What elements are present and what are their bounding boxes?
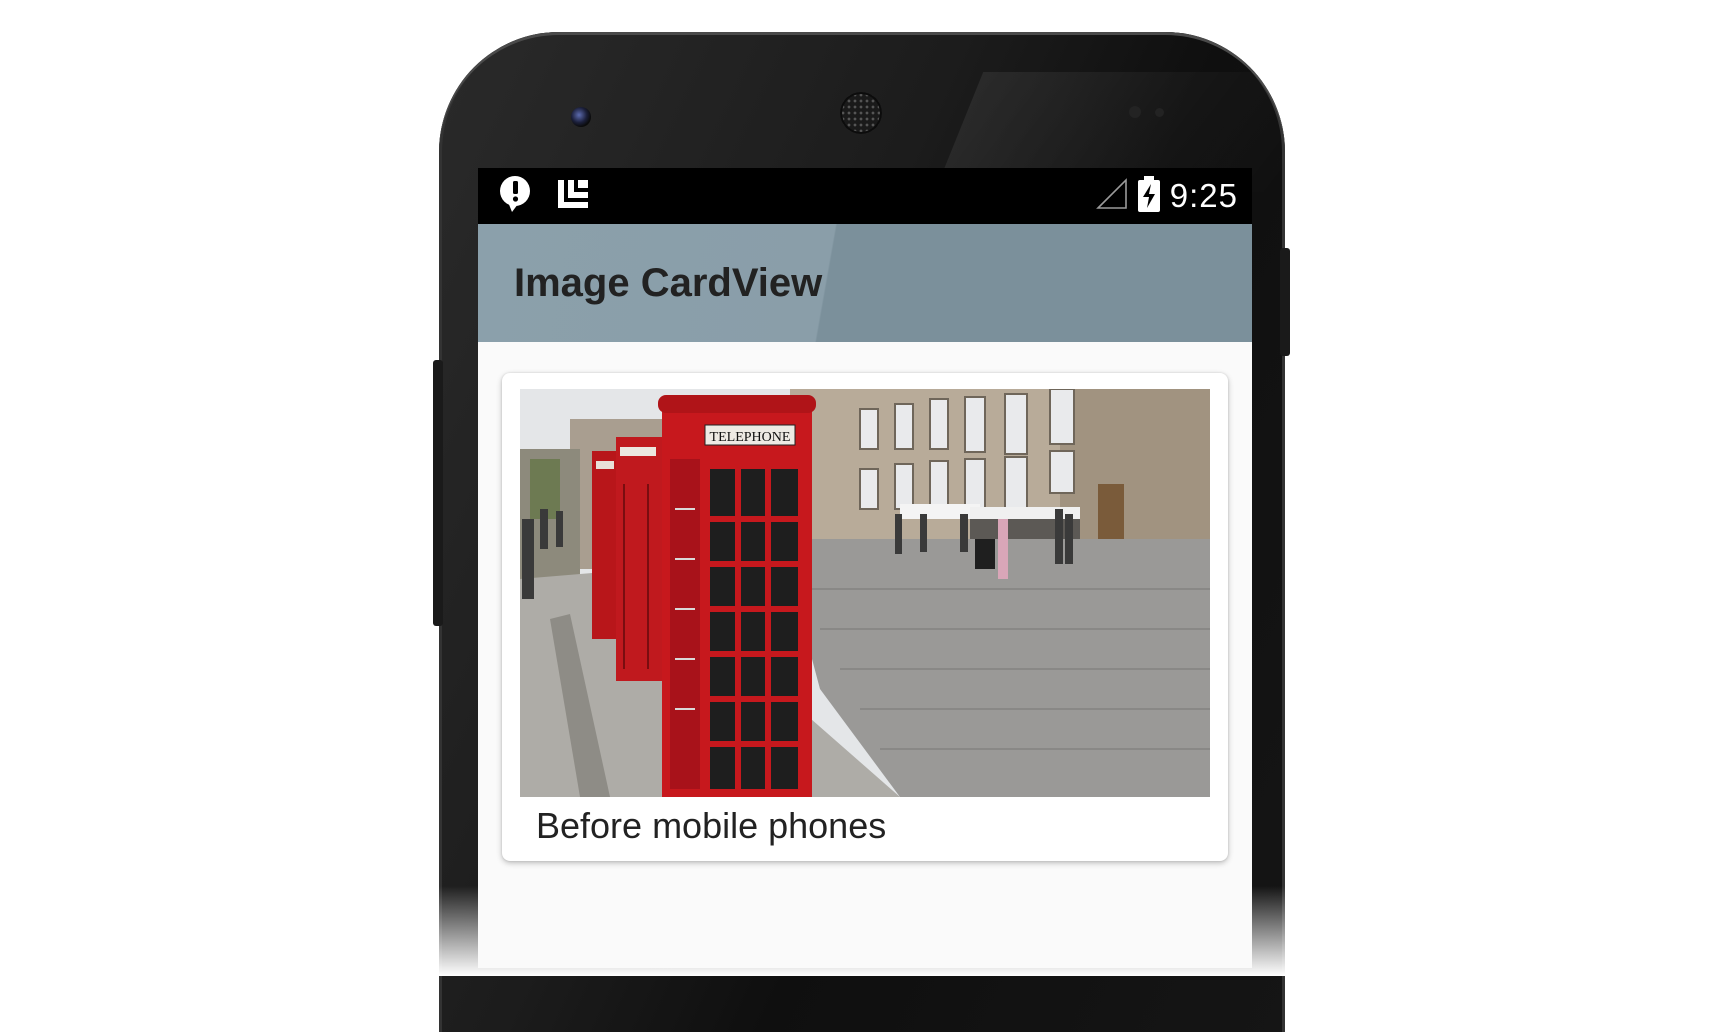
- clock: 9:25: [1169, 177, 1238, 214]
- volume-button: [433, 360, 443, 626]
- app-icon: [556, 176, 592, 216]
- signal-icon: [1095, 178, 1128, 214]
- app-title: Image CardView: [514, 260, 823, 305]
- light-sensor-icon: [1155, 108, 1164, 117]
- telephone-sign: TELEPHONE: [710, 430, 791, 445]
- power-button: [1280, 248, 1290, 356]
- front-camera-icon: [571, 107, 591, 127]
- earpiece-speaker-icon: [840, 92, 882, 134]
- proximity-sensor-icon: [1129, 106, 1141, 118]
- card-image: TELEPHONE: [520, 389, 1210, 797]
- card-caption: Before mobile phones: [536, 805, 887, 846]
- phone-screen: 9:25 Image CardView TELEPHONE Before mob…: [478, 168, 1252, 968]
- status-bar: 9:25: [478, 168, 1252, 224]
- image-card[interactable]: TELEPHONE Before mobile phones: [502, 373, 1228, 861]
- app-bar: Image CardView: [478, 224, 1252, 342]
- battery-charging-icon: [1136, 176, 1162, 216]
- alert-icon: [498, 174, 534, 218]
